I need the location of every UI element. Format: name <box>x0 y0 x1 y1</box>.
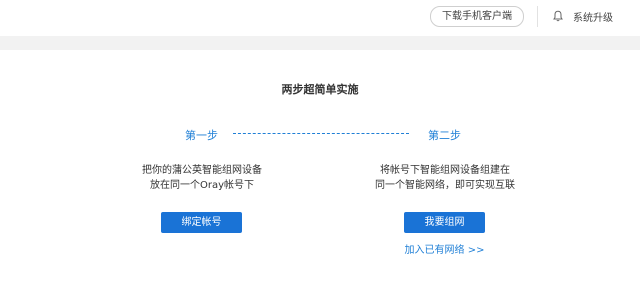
top-header: 下载手机客户端 系统升级 <box>0 0 640 36</box>
step-two-label: 第二步 <box>428 129 461 142</box>
header-separator-strip <box>0 36 640 50</box>
bind-account-button[interactable]: 绑定帐号 <box>161 212 242 233</box>
create-network-button[interactable]: 我要组网 <box>404 212 485 233</box>
step-one-desc-line1: 把你的蒲公英智能组网设备 <box>142 165 262 176</box>
join-existing-network-link[interactable]: 加入已有网络 >> <box>404 241 485 256</box>
bell-icon <box>552 10 564 22</box>
system-upgrade-label: 系统升级 <box>573 12 613 24</box>
header-divider <box>537 6 538 27</box>
step-connector-dashed-line <box>233 133 409 134</box>
step-two-description: 将帐号下智能组网设备组建在 同一个智能网络，即可实现互联 <box>325 163 565 193</box>
step-one-desc-line2: 放在同一个Oray帐号下 <box>149 180 255 191</box>
page: 下载手机客户端 系统升级 两步超简单实施 第一步 第二步 把你的蒲公英智能组网设… <box>0 0 640 303</box>
page-title: 两步超简单实施 <box>281 83 359 96</box>
download-mobile-client-button[interactable]: 下载手机客户端 <box>430 6 524 27</box>
step-one-label: 第一步 <box>185 129 218 142</box>
system-upgrade-button[interactable]: 系统升级 <box>552 8 613 24</box>
step-two-desc-line2: 同一个智能网络，即可实现互联 <box>375 180 515 191</box>
step-two-desc-line1: 将帐号下智能组网设备组建在 <box>380 165 510 176</box>
step-one-description: 把你的蒲公英智能组网设备 放在同一个Oray帐号下 <box>82 163 322 193</box>
